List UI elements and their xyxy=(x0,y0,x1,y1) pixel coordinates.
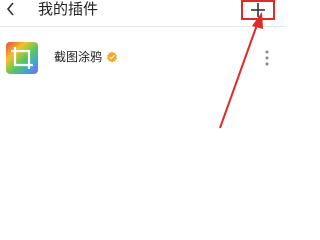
add-plugin-button[interactable] xyxy=(241,0,275,20)
screen: 我的插件 截图涂鸦 xyxy=(0,0,286,224)
chevron-left-icon xyxy=(6,2,14,16)
verified-badge-icon xyxy=(107,51,117,63)
page-title: 我的插件 xyxy=(38,0,99,18)
plugin-name: 截图涂鸦 xyxy=(54,50,103,64)
more-options-button[interactable] xyxy=(262,49,272,67)
more-vertical-icon xyxy=(265,50,269,66)
plus-icon xyxy=(251,3,265,17)
top-bar: 我的插件 xyxy=(0,0,286,27)
crop-rainbow-icon xyxy=(6,42,38,74)
plugin-list-item[interactable]: 截图涂鸦 xyxy=(0,38,286,78)
back-button[interactable] xyxy=(3,0,19,18)
annotation-arrow xyxy=(219,12,263,129)
